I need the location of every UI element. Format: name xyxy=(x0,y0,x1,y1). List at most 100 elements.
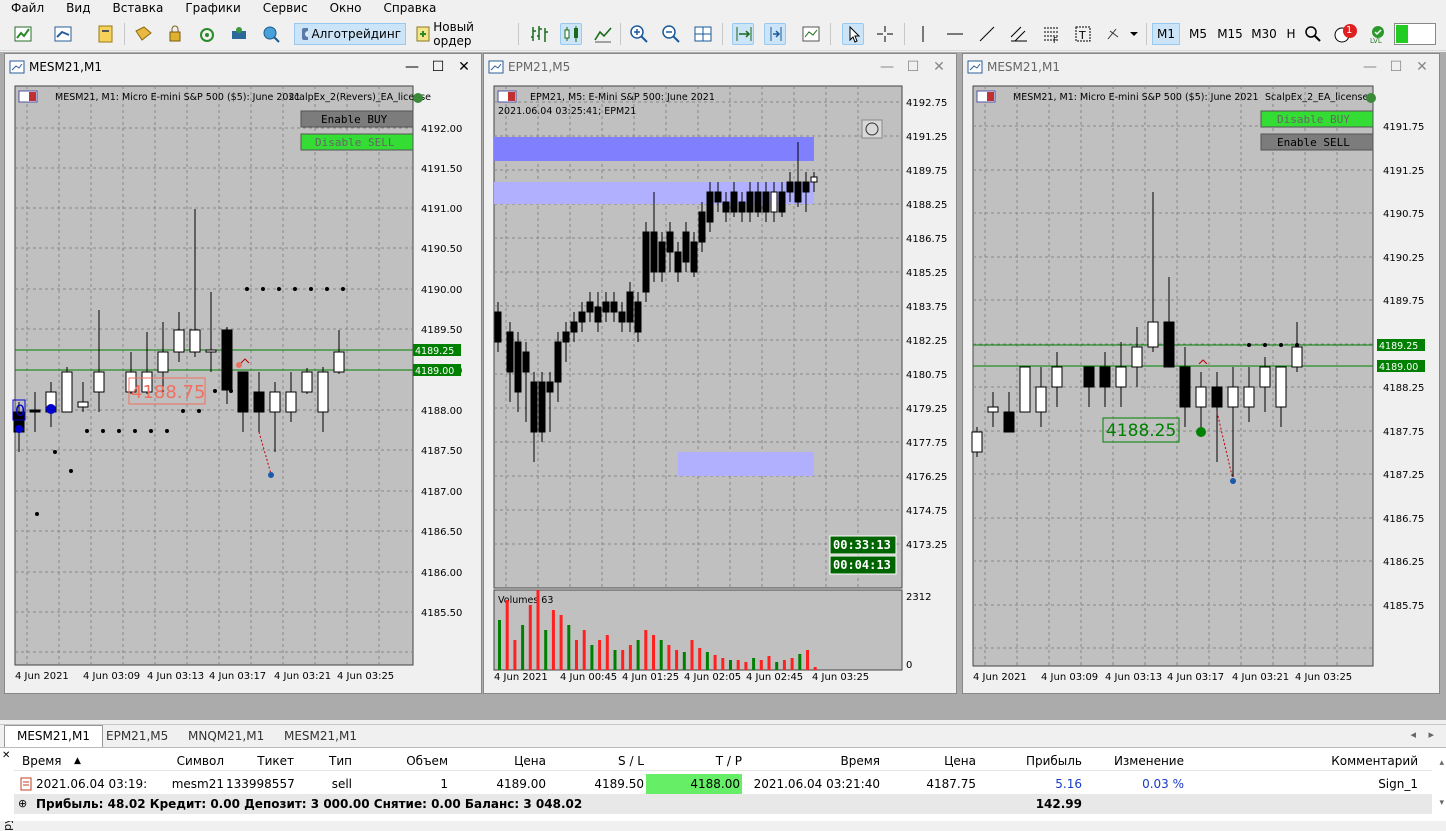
volume-bar xyxy=(536,590,540,670)
col-sl[interactable]: S / L xyxy=(548,751,644,771)
menu-window[interactable]: Окно xyxy=(319,0,373,16)
timeframe-m30[interactable]: M30 xyxy=(1248,23,1280,45)
search-globe-icon[interactable] xyxy=(260,23,282,45)
timeframe-m1[interactable]: M1 xyxy=(1152,23,1180,45)
close-terminal-icon[interactable]: ✕ xyxy=(2,750,10,761)
zoom-in-icon[interactable] xyxy=(628,23,650,45)
templates-icon[interactable] xyxy=(800,23,822,45)
level-icon[interactable]: LVL xyxy=(1366,23,1390,45)
time-tick-label: 4 Jun 03:17 xyxy=(209,671,266,682)
trendline-icon[interactable] xyxy=(976,23,998,45)
menu-charts[interactable]: Графики xyxy=(174,0,251,16)
market-watch-icon[interactable] xyxy=(94,23,116,45)
col-close-time[interactable]: Время xyxy=(744,751,880,771)
chart-window-2-titlebar[interactable]: EPM21,M5 — ☐ ✕ xyxy=(484,54,956,80)
tab-mesm21-m1[interactable]: MESM21,M1 xyxy=(4,725,103,747)
price-chart-2[interactable]: 4192.75 4191.25 4189.75 4188.25 4186.75 4185.… xyxy=(488,82,954,691)
maximize-button[interactable]: ☐ xyxy=(429,58,447,76)
text-icon[interactable]: T xyxy=(1072,23,1094,45)
close-button[interactable]: ✕ xyxy=(1413,58,1431,76)
close-button[interactable]: ✕ xyxy=(455,58,473,76)
bar-chart-icon[interactable] xyxy=(528,23,550,45)
scroll-up-icon[interactable]: ▴ xyxy=(1439,758,1444,768)
shapes-dropdown-icon[interactable] xyxy=(1104,23,1140,45)
candle-body xyxy=(971,431,983,453)
col-profit[interactable]: Прибыль xyxy=(978,751,1082,771)
menu-view[interactable]: Вид xyxy=(55,0,101,16)
tile-windows-icon[interactable] xyxy=(692,23,714,45)
col-price[interactable]: Цена xyxy=(450,751,546,771)
chart-window-1-titlebar[interactable]: MESM21,M1 — ☐ ✕ xyxy=(5,54,481,80)
chart-shift-icon[interactable] xyxy=(764,23,786,45)
price-tick-label: 4185.25 xyxy=(906,268,947,279)
price-tick-label: 4190.50 xyxy=(421,244,462,255)
candlestick-icon[interactable] xyxy=(560,23,582,45)
vertical-line-icon[interactable] xyxy=(912,23,934,45)
timeframe-h[interactable]: H xyxy=(1282,23,1300,45)
price-tick-label: 4190.75 xyxy=(1383,209,1424,220)
navigator-icon[interactable] xyxy=(164,23,186,45)
chart-area xyxy=(972,85,1374,667)
line-chart-icon[interactable] xyxy=(592,23,614,45)
algotrading-button[interactable]: Алготрейдинг xyxy=(294,23,406,45)
maximize-button[interactable]: ☐ xyxy=(904,58,922,76)
menu-service[interactable]: Сервис xyxy=(252,0,319,16)
row-sl[interactable]: 4189.50 xyxy=(548,774,644,794)
zoom-out-icon[interactable] xyxy=(660,23,682,45)
timeframe-m15[interactable]: M15 xyxy=(1214,23,1246,45)
menu-help[interactable]: Справка xyxy=(373,0,448,16)
row-tp[interactable]: 4188.00 xyxy=(646,774,742,794)
data-window-icon[interactable] xyxy=(132,23,154,45)
col-symbol[interactable]: Символ xyxy=(144,751,224,771)
expand-icon[interactable]: ⊕ xyxy=(18,794,32,814)
signals-icon[interactable] xyxy=(196,23,218,45)
notifications-icon[interactable]: 1 xyxy=(1332,23,1360,45)
fibonacci-icon[interactable]: F xyxy=(1040,23,1062,45)
col-ticket[interactable]: Тикет xyxy=(226,751,294,771)
cursor-icon[interactable] xyxy=(842,23,864,45)
channel-icon[interactable] xyxy=(1008,23,1030,45)
maximize-button[interactable]: ☐ xyxy=(1387,58,1405,76)
chart-window-1[interactable]: MESM21,M1 — ☐ ✕ 4192.00 4191.50 4191.00 419… xyxy=(4,53,482,694)
candle-body xyxy=(618,311,626,323)
profiles-icon[interactable] xyxy=(52,23,74,45)
minimize-button[interactable]: — xyxy=(878,58,896,76)
chart-window-3[interactable]: MESM21,M1 — ☐ ✕ 4191.75 4191.25 4190.75 419… xyxy=(962,53,1440,694)
price-chart-3[interactable]: 4191.75 4191.25 4190.75 4190.25 4189.75 4188.… xyxy=(967,82,1437,691)
auto-scroll-icon[interactable] xyxy=(732,23,754,45)
close-button[interactable]: ✕ xyxy=(930,58,948,76)
chart-window-3-titlebar[interactable]: MESM21,M1 — ☐ ✕ xyxy=(963,54,1439,80)
price-chart-1[interactable]: 4192.00 4191.50 4191.00 4190.50 4190.00 4189.… xyxy=(9,82,479,691)
volume-bar xyxy=(652,635,655,670)
row-current-price: 4187.75 xyxy=(926,777,976,791)
search-icon[interactable] xyxy=(1302,23,1324,45)
minimize-button[interactable]: — xyxy=(1361,58,1379,76)
crosshair-icon[interactable] xyxy=(874,23,896,45)
tab-mnqm21-m1[interactable]: MNQM21,M1 xyxy=(176,726,276,746)
col-type[interactable]: Тип xyxy=(296,751,352,771)
tab-mesm21-m1-2[interactable]: MESM21,M1 xyxy=(272,726,369,746)
candle-body xyxy=(1163,321,1175,368)
menu-insert[interactable]: Вставка xyxy=(101,0,174,16)
tab-scroll-left-icon[interactable]: ◂ xyxy=(1410,728,1416,741)
col-volume[interactable]: Объем xyxy=(354,751,448,771)
table-row[interactable]: 2021.06.04 03:19:00 mesm21 133998557 sel… xyxy=(14,774,1432,794)
candle-body xyxy=(586,301,594,313)
col-current-price[interactable]: Цена xyxy=(882,751,976,771)
tab-scroll-right-icon[interactable]: ▸ xyxy=(1428,728,1434,741)
col-tp[interactable]: T / P xyxy=(646,751,742,771)
chart-window-2[interactable]: EPM21,M5 — ☐ ✕ 4192.75 4191.25 4189.75 4188… xyxy=(483,53,957,694)
col-change[interactable]: Изменение xyxy=(1084,751,1184,771)
new-order-button[interactable]: Новый ордер xyxy=(410,20,512,48)
market-icon[interactable] xyxy=(228,23,250,45)
volume-bar xyxy=(767,656,771,670)
minimize-button[interactable]: — xyxy=(403,58,421,76)
horizontal-line-icon[interactable] xyxy=(944,23,966,45)
candle-body xyxy=(269,391,281,413)
col-comment[interactable]: Комментарий xyxy=(1186,751,1418,771)
timeframe-m5[interactable]: M5 xyxy=(1184,23,1212,45)
new-chart-icon[interactable] xyxy=(12,23,34,45)
menu-file[interactable]: Файл xyxy=(0,0,55,16)
tab-epm21-m5[interactable]: EPM21,M5 xyxy=(94,726,180,746)
scroll-down-icon[interactable]: ▾ xyxy=(1439,798,1444,808)
